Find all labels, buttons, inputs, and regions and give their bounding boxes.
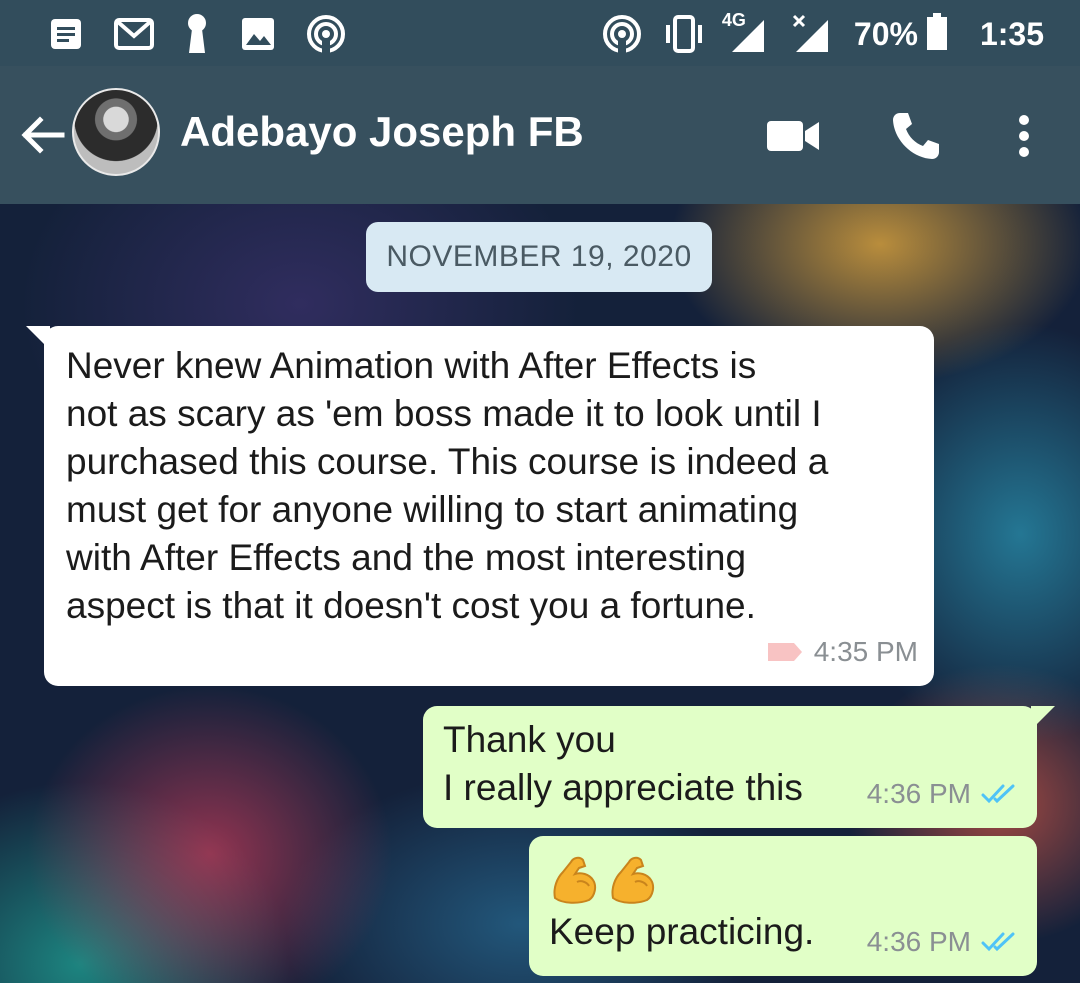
system-indicators: 4G 70% 1:35 <box>602 10 1044 56</box>
signal-4g-icon: 4G <box>722 10 770 54</box>
avatar[interactable] <box>72 88 160 176</box>
voice-call-button[interactable] <box>888 108 944 164</box>
bubble-tail <box>1031 706 1055 730</box>
network-label: 4G <box>721 10 746 30</box>
phone-icon <box>893 113 939 159</box>
message-meta: 4:35 PM <box>766 628 918 676</box>
hotspot-icon <box>602 14 642 54</box>
more-vert-icon <box>1019 115 1029 157</box>
bubble-tail <box>26 326 50 350</box>
gmail-icon <box>114 17 154 51</box>
battery-percent: 70% <box>853 15 918 52</box>
label-icon <box>767 643 802 661</box>
video-call-icon <box>767 121 819 151</box>
overflow-menu-button[interactable] <box>996 108 1052 164</box>
status-bar: 4G 70% 1:35 <box>0 0 1080 66</box>
message-time: 4:36 PM <box>866 926 971 957</box>
date-chip: NOVEMBER 19, 2020 <box>366 222 712 292</box>
vibrate-icon <box>662 14 706 54</box>
signal-x-icon <box>790 14 834 54</box>
read-ticks-icon <box>981 784 1015 804</box>
incoming-message[interactable]: Never knew Animation with After Effects … <box>26 326 934 686</box>
gallery-icon <box>240 16 276 52</box>
outgoing-message[interactable]: Keep practicing. 4:36 PM <box>529 836 1037 976</box>
video-call-button[interactable] <box>765 108 821 164</box>
contact-name[interactable]: Adebayo Joseph FB <box>180 108 584 156</box>
notes-icon <box>48 16 84 52</box>
clock: 1:35 <box>979 15 1044 52</box>
message-meta: 4:36 PM <box>867 770 1021 818</box>
chat-area[interactable]: NOVEMBER 19, 2020 Never knew Animation w… <box>0 204 1080 983</box>
battery-icon <box>926 12 948 56</box>
keyhole-icon <box>184 13 210 55</box>
message-text: Never knew Animation with After Effects … <box>66 345 829 626</box>
message-time: 4:36 PM <box>866 778 971 809</box>
chat-header: Adebayo Joseph FB <box>0 66 1080 204</box>
back-button[interactable] <box>18 110 68 160</box>
notification-icons <box>48 12 346 56</box>
hotspot-icon <box>306 14 346 54</box>
battery-indicator: 70% <box>853 12 948 56</box>
emoji-row <box>549 848 1017 908</box>
flexed-biceps-icon <box>607 852 659 904</box>
outgoing-message[interactable]: Thank you I really appreciate this 4:36 … <box>423 706 1055 828</box>
back-arrow-icon <box>21 116 65 154</box>
message-time: 4:35 PM <box>813 636 918 667</box>
flexed-biceps-icon <box>549 852 601 904</box>
message-meta: 4:36 PM <box>867 918 1021 966</box>
read-ticks-icon <box>981 932 1015 952</box>
